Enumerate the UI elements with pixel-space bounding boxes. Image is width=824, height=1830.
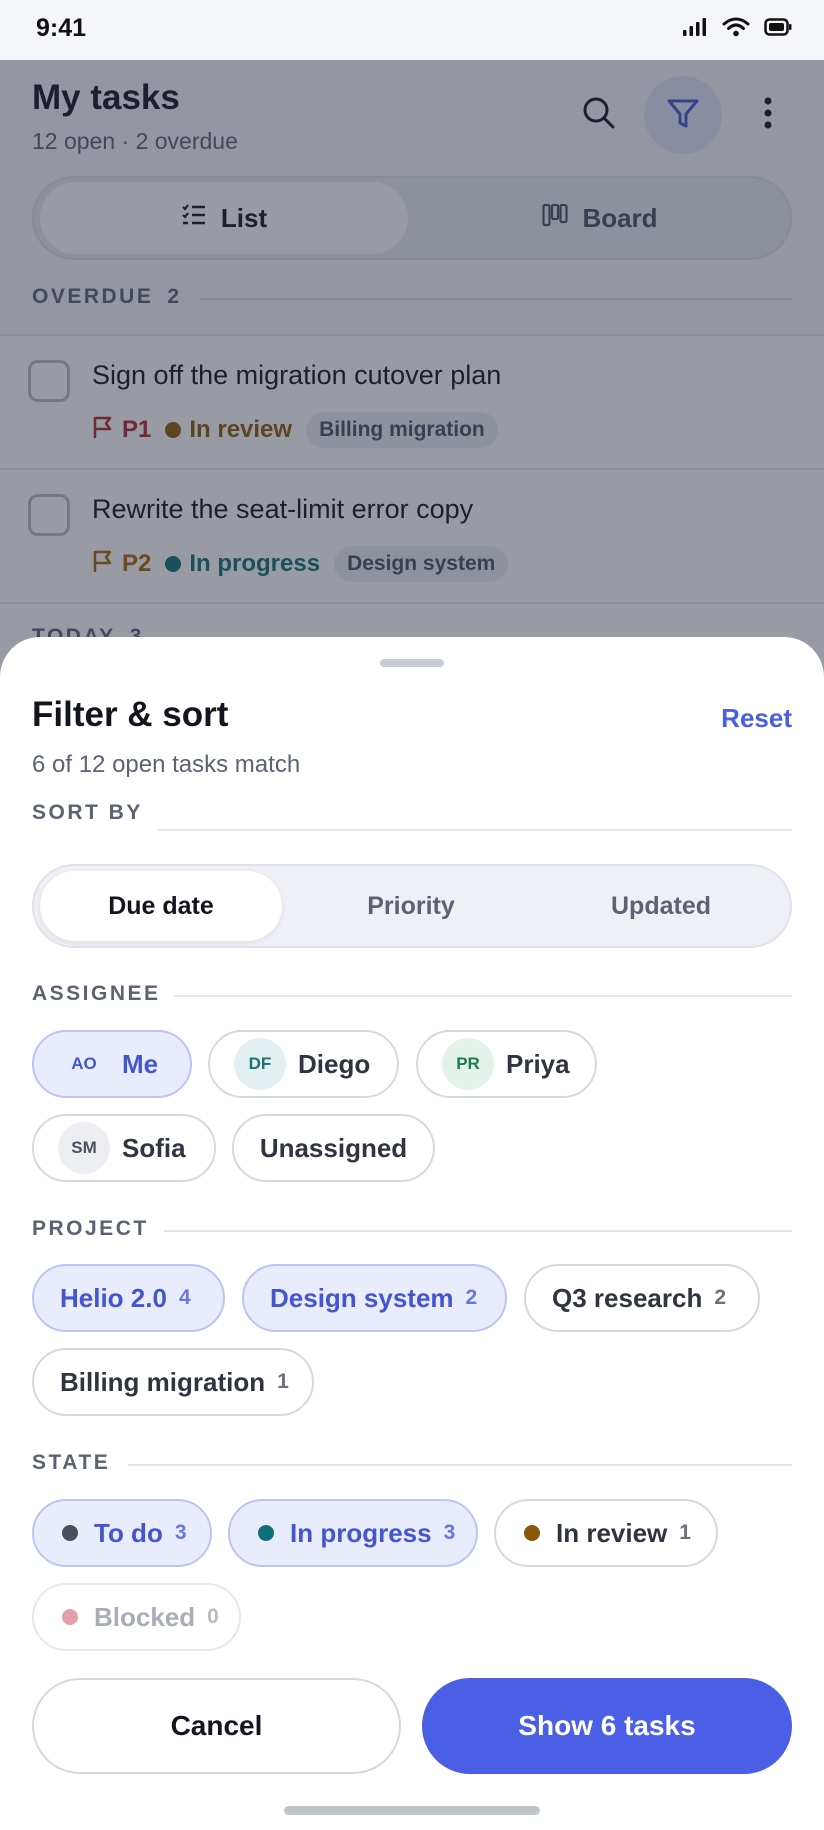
filter-sort-sheet: Filter & sort Reset 6 of 12 open tasks m… — [0, 637, 824, 1830]
avatar: PR — [442, 1038, 494, 1090]
sort-option-updated[interactable]: Updated — [540, 871, 782, 941]
project-chip-q3-research[interactable]: Q3 research 2 — [524, 1264, 760, 1332]
state-chip-label: In progress — [290, 1517, 432, 1548]
state-section-label: STATE — [32, 1451, 111, 1474]
battery-icon — [764, 18, 792, 41]
state-chip-label: In review — [556, 1517, 668, 1548]
sort-option-due-date[interactable]: Due date — [40, 871, 282, 941]
project-chip-count: 2 — [714, 1286, 727, 1309]
sort-option-priority[interactable]: Priority — [290, 871, 532, 941]
project-chip-label: Helio 2.0 — [60, 1282, 167, 1313]
status-time: 9:41 — [36, 14, 87, 42]
assignee-chip-me[interactable]: AO Me — [32, 1030, 192, 1098]
section-divider — [158, 829, 792, 831]
avatar: AO — [58, 1038, 110, 1090]
wifi-icon — [722, 17, 750, 42]
state-chip-count: 1 — [679, 1521, 691, 1544]
assignee-chip-unassigned[interactable]: Unassigned — [232, 1114, 435, 1182]
assignee-chip-label: Diego — [298, 1048, 371, 1079]
assignee-chip-label: Unassigned — [259, 1132, 408, 1163]
sheet-grabber[interactable] — [380, 659, 444, 667]
project-chip-count: 4 — [178, 1286, 191, 1309]
project-chip-label: Billing migration — [60, 1366, 266, 1397]
state-chip-count: 3 — [174, 1521, 187, 1544]
assignee-chip-label: Sofia — [122, 1132, 186, 1163]
assignee-chip-priya[interactable]: PR Priya — [416, 1030, 597, 1098]
state-dot — [524, 1525, 540, 1541]
section-divider — [128, 1464, 792, 1466]
sort-segmented-control: Due date Priority Updated — [32, 864, 792, 948]
project-chip-count: 2 — [465, 1286, 478, 1309]
section-divider — [174, 995, 792, 997]
state-chip-in-review[interactable]: In review 1 — [494, 1499, 718, 1567]
state-chip-count: 3 — [443, 1521, 456, 1544]
state-chip-count: 0 — [207, 1605, 219, 1628]
project-chip-count: 1 — [277, 1370, 289, 1393]
state-chip-label: To do — [94, 1517, 163, 1548]
signal-icon — [682, 17, 708, 42]
status-bar: 9:41 — [0, 0, 824, 60]
project-chip-helio[interactable]: Helio 2.0 4 — [32, 1264, 225, 1332]
show-tasks-button[interactable]: Show 6 tasks — [422, 1678, 792, 1774]
project-chip-design-system[interactable]: Design system 2 — [242, 1264, 507, 1332]
home-indicator[interactable] — [284, 1806, 540, 1815]
state-chip-blocked: Blocked 0 — [32, 1583, 241, 1651]
section-divider — [164, 1230, 792, 1232]
avatar: SM — [58, 1122, 110, 1174]
avatar: DF — [234, 1038, 286, 1090]
state-dot — [258, 1525, 274, 1541]
assignee-chip-label: Priya — [506, 1048, 570, 1079]
assignee-chip-diego[interactable]: DF Diego — [208, 1030, 399, 1098]
match-count-text: 6 of 12 open tasks match — [32, 751, 301, 778]
sort-section-label: SORT BY — [32, 801, 143, 824]
reset-button[interactable]: Reset — [721, 703, 792, 734]
state-dot — [62, 1525, 78, 1541]
state-dot — [62, 1609, 78, 1625]
cancel-button[interactable]: Cancel — [32, 1678, 401, 1774]
project-chip-label: Q3 research — [552, 1282, 703, 1313]
project-chip-label: Design system — [270, 1282, 454, 1313]
assignee-chip-sofia[interactable]: SM Sofia — [32, 1114, 216, 1182]
state-chip-in-progress[interactable]: In progress 3 — [228, 1499, 478, 1567]
assignee-chip-label: Me — [122, 1048, 159, 1079]
assignee-section-label: ASSIGNEE — [32, 982, 161, 1005]
project-chip-billing-migration[interactable]: Billing migration 1 — [32, 1348, 314, 1416]
state-chip-to-do[interactable]: To do 3 — [32, 1499, 212, 1567]
project-section-label: PROJECT — [32, 1217, 149, 1240]
sheet-title: Filter & sort — [32, 695, 229, 734]
state-chip-label: Blocked — [94, 1601, 196, 1632]
